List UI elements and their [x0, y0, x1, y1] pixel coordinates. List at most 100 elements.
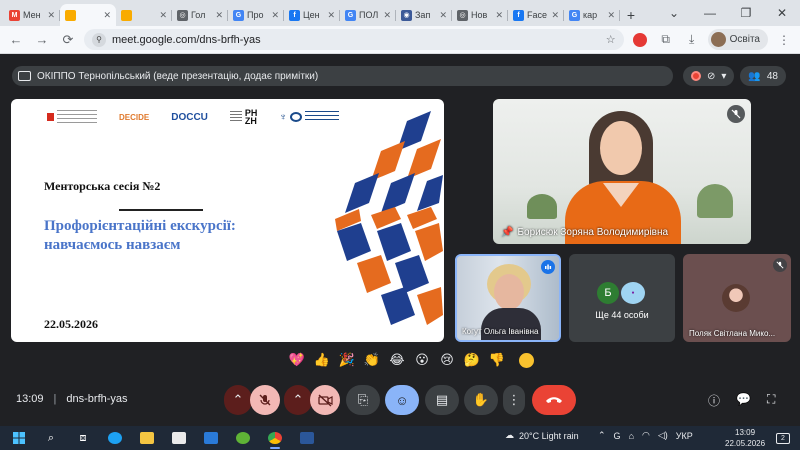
clock-date: 22.05.2026 — [725, 439, 766, 448]
browser-tab[interactable]: ◎ Гол ✕ — [172, 4, 228, 26]
google-icon[interactable]: G — [614, 431, 621, 441]
browser-tab[interactable]: ✕ — [116, 4, 172, 26]
reaction-clap-icon[interactable]: 👏 — [363, 351, 381, 369]
task-view-icon[interactable]: ⧈ — [70, 427, 96, 449]
browser-tab[interactable]: f Цен ✕ — [284, 4, 340, 26]
reaction-laugh-icon[interactable]: 😂 — [388, 351, 406, 369]
participant-tile-kogut[interactable]: Когут Ольга Іванівна — [455, 254, 561, 342]
reload-icon[interactable]: ⟳ — [58, 30, 78, 50]
leave-call-button[interactable] — [532, 385, 576, 415]
record-icon — [691, 71, 701, 81]
notification-icon[interactable]: 2 — [776, 433, 790, 444]
address-bar[interactable]: ⚲ meet.google.com/dns-brfh-yas ☆ — [84, 29, 624, 50]
pin-icon[interactable]: 📌 — [501, 227, 513, 238]
browser-tab[interactable]: ◉ Зап ✕ — [396, 4, 452, 26]
edge-icon[interactable] — [102, 427, 128, 449]
close-tab-icon[interactable]: ✕ — [495, 10, 503, 21]
camera-toggle-button[interactable] — [310, 385, 340, 415]
mic-toggle-button[interactable] — [250, 385, 280, 415]
mail-icon[interactable] — [198, 427, 224, 449]
browser-tab[interactable]: Gкар ✕ — [564, 4, 620, 26]
info-icon[interactable]: ⓘ — [708, 392, 720, 409]
close-tab-icon[interactable]: ✕ — [383, 10, 391, 21]
back-icon[interactable]: ← — [6, 30, 26, 50]
chevron-up-icon[interactable]: ⌃ — [598, 430, 606, 441]
reaction-surprised-icon[interactable]: 😮 — [413, 351, 431, 369]
participant-tile-polyak[interactable]: Поляк Світлана Мико... — [683, 254, 791, 342]
downloads-icon[interactable]: ⤓ — [682, 30, 702, 50]
more-options-button[interactable]: ⋮ — [503, 385, 525, 415]
meet-top-right: ⊘ ▾ 👥 48 — [683, 66, 786, 86]
menu-icon[interactable]: ⋮ — [774, 30, 794, 50]
windows-start-icon[interactable] — [6, 427, 32, 449]
wifi-icon[interactable]: ◠ — [642, 430, 650, 441]
speaker-tile-main[interactable]: 📌 Борисюк Зоряна Володимирівна — [493, 99, 751, 244]
search-icon[interactable]: ⌕ — [38, 427, 64, 449]
site-info-icon[interactable]: ⚲ — [92, 32, 106, 47]
weather-widget[interactable]: ☁ 20°C Light rain — [505, 430, 579, 441]
tab-favicon-icon: f — [513, 9, 524, 21]
recording-controls[interactable]: ⊘ ▾ — [683, 66, 735, 86]
maximize-button[interactable]: ❐ — [728, 0, 764, 26]
new-tab-button[interactable]: + — [620, 4, 642, 26]
video-options-button[interactable]: ⌃ — [284, 385, 312, 415]
close-tab-icon[interactable]: ✕ — [159, 10, 167, 21]
present-screen-button[interactable]: ⎘ — [346, 385, 380, 415]
audio-options-button[interactable]: ⌃ — [224, 385, 252, 415]
reaction-thumbs-down-icon[interactable]: 👎 — [488, 351, 506, 369]
chrome-icon[interactable] — [262, 427, 288, 449]
close-window-button[interactable]: ✕ — [764, 0, 800, 26]
close-tab-icon[interactable]: ✕ — [271, 10, 279, 21]
word-icon[interactable] — [294, 427, 320, 449]
minimize-button[interactable]: — — [692, 0, 728, 26]
browser-tab[interactable]: ◎ Нов ✕ — [452, 4, 508, 26]
slide-session: Менторська сесія №2 — [44, 179, 161, 193]
volume-icon[interactable]: ◁) — [658, 430, 668, 441]
reaction-thinking-icon[interactable]: 🤔 — [463, 351, 481, 369]
browser-tab[interactable]: f Face ✕ — [508, 4, 564, 26]
bookmark-star-icon[interactable]: ☆ — [606, 33, 616, 46]
close-tab-icon[interactable]: ✕ — [551, 10, 559, 21]
tab-search-icon[interactable]: ⌄ — [656, 0, 692, 26]
store-icon[interactable] — [166, 427, 192, 449]
browser-toolbar: ← → ⟳ ⚲ meet.google.com/dns-brfh-yas ☆ ⧉… — [0, 26, 800, 54]
captions-button[interactable]: ▤ — [425, 385, 459, 415]
meeting-code[interactable]: dns-brfh-yas — [66, 393, 127, 405]
close-tab-icon[interactable]: ✕ — [607, 10, 615, 21]
close-tab-icon[interactable]: ✕ — [439, 10, 447, 21]
forward-icon[interactable]: → — [32, 30, 52, 50]
raise-hand-button[interactable]: ✋ — [464, 385, 498, 415]
language-indicator[interactable]: УКР — [676, 431, 693, 441]
meeting-time: 13:09 — [16, 393, 44, 405]
adblock-extension-icon[interactable] — [630, 30, 650, 50]
file-explorer-icon[interactable] — [134, 427, 160, 449]
extensions-icon[interactable]: ⧉ — [656, 30, 676, 50]
browser-tab[interactable]: G ПОЛ ✕ — [340, 4, 396, 26]
browser-tab[interactable]: M Мен ✕ — [4, 4, 60, 26]
close-tab-icon[interactable]: ✕ — [47, 10, 55, 21]
reaction-sad-icon[interactable]: 😢 — [438, 351, 456, 369]
browser-tab[interactable]: G Про ✕ — [228, 4, 284, 26]
presentation-banner[interactable]: ОКІППО Тернопільський (веде презентацію,… — [12, 66, 673, 86]
tab-favicon-icon: G — [569, 9, 580, 21]
close-tab-icon[interactable]: ✕ — [327, 10, 335, 21]
taskbar-clock[interactable]: 13:09 22.05.2026 — [725, 427, 765, 449]
avatar: ● — [621, 282, 645, 304]
reaction-thumbs-up-icon[interactable]: 👍 — [313, 351, 331, 369]
skin-tone-icon[interactable] — [519, 352, 534, 368]
close-tab-icon[interactable]: ✕ — [215, 10, 223, 21]
torrent-icon[interactable] — [230, 427, 256, 449]
activities-icon[interactable]: ⛶ — [767, 392, 775, 409]
chevron-down-icon: ▾ — [721, 70, 727, 82]
more-participants-tile[interactable]: Б ● Ще 44 особи — [569, 254, 675, 342]
network-icon[interactable]: ⌂ — [629, 431, 634, 441]
reaction-party-icon[interactable]: 🎉 — [338, 351, 356, 369]
reaction-heart-icon[interactable]: 💖 — [288, 351, 306, 369]
participants-button[interactable]: 👥 48 — [740, 66, 786, 86]
browser-tab[interactable]: ✕ — [60, 4, 116, 26]
chat-icon[interactable]: 💬 — [736, 392, 751, 409]
reactions-button[interactable]: ☺ — [385, 385, 419, 415]
profile-button[interactable]: Освіта — [707, 29, 768, 50]
url-text[interactable]: meet.google.com/dns-brfh-yas — [112, 34, 600, 46]
close-tab-icon[interactable]: ✕ — [103, 10, 111, 21]
